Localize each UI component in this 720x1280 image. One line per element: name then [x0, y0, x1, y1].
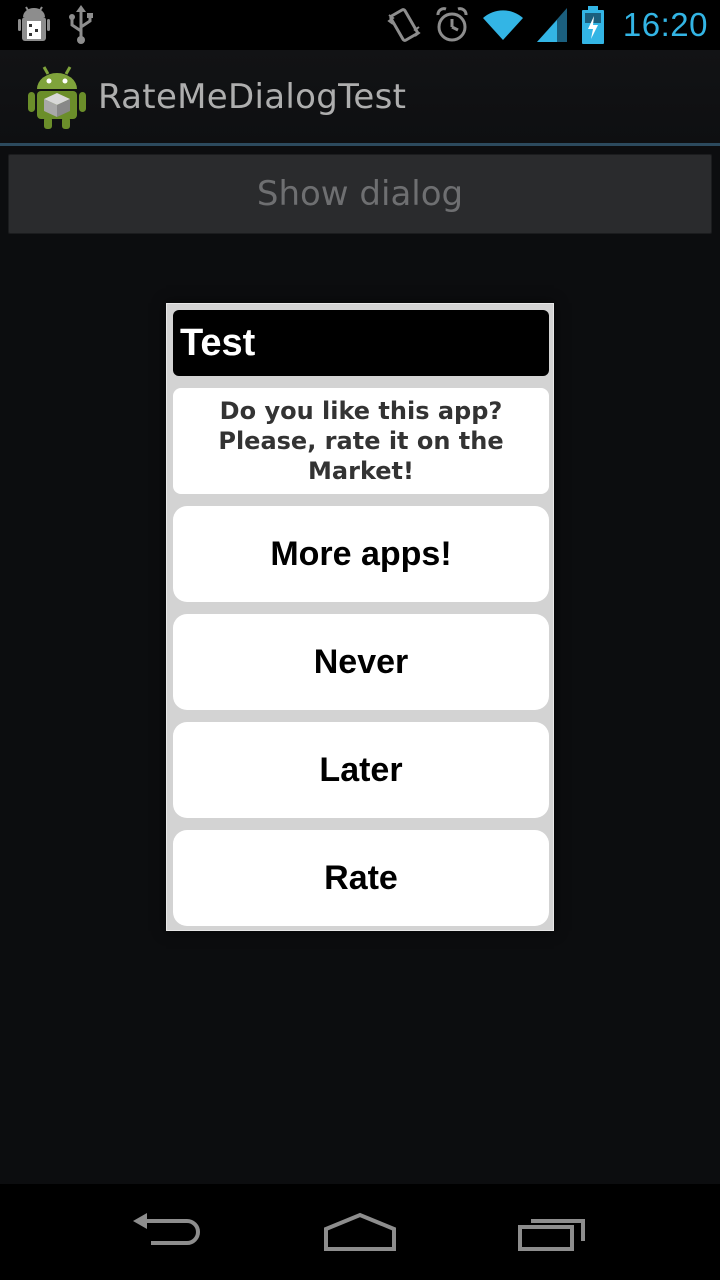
never-button[interactable]: Never — [173, 614, 549, 710]
status-right: 16:20 — [387, 0, 708, 50]
dialog-message-line2: Please, rate it on the Market! — [218, 427, 504, 485]
alarm-icon — [435, 7, 469, 43]
screen: 16:20 RateMeDialogTest Show dialog Test … — [0, 0, 720, 1280]
more-apps-button[interactable]: More apps! — [173, 506, 549, 602]
android-robot-icon[interactable] — [28, 65, 86, 129]
dialog-message: Do you like this app? Please, rate it on… — [173, 388, 549, 494]
app-title: RateMeDialogTest — [98, 76, 407, 117]
status-bar: 16:20 — [0, 0, 720, 50]
status-left — [18, 0, 94, 50]
status-time: 16:20 — [622, 6, 708, 43]
rate-me-dialog: Test Do you like this app? Please, rate … — [166, 303, 554, 931]
back-icon[interactable] — [117, 1197, 217, 1267]
nav-bar — [0, 1184, 720, 1280]
recent-apps-icon[interactable] — [503, 1197, 603, 1267]
usb-icon — [68, 5, 94, 45]
later-button[interactable]: Later — [173, 722, 549, 818]
vibrate-icon — [387, 7, 421, 43]
home-icon[interactable] — [310, 1197, 410, 1267]
battery-charging-icon — [581, 6, 605, 44]
wifi-icon — [482, 8, 523, 42]
show-dialog-button[interactable]: Show dialog — [8, 154, 712, 234]
dialog-message-line1: Do you like this app? — [219, 397, 503, 425]
action-bar: RateMeDialogTest — [0, 50, 720, 146]
signal-icon — [536, 8, 567, 42]
android-debug-icon — [18, 5, 50, 45]
dialog-title: Test — [173, 310, 549, 376]
rate-button[interactable]: Rate — [173, 830, 549, 926]
